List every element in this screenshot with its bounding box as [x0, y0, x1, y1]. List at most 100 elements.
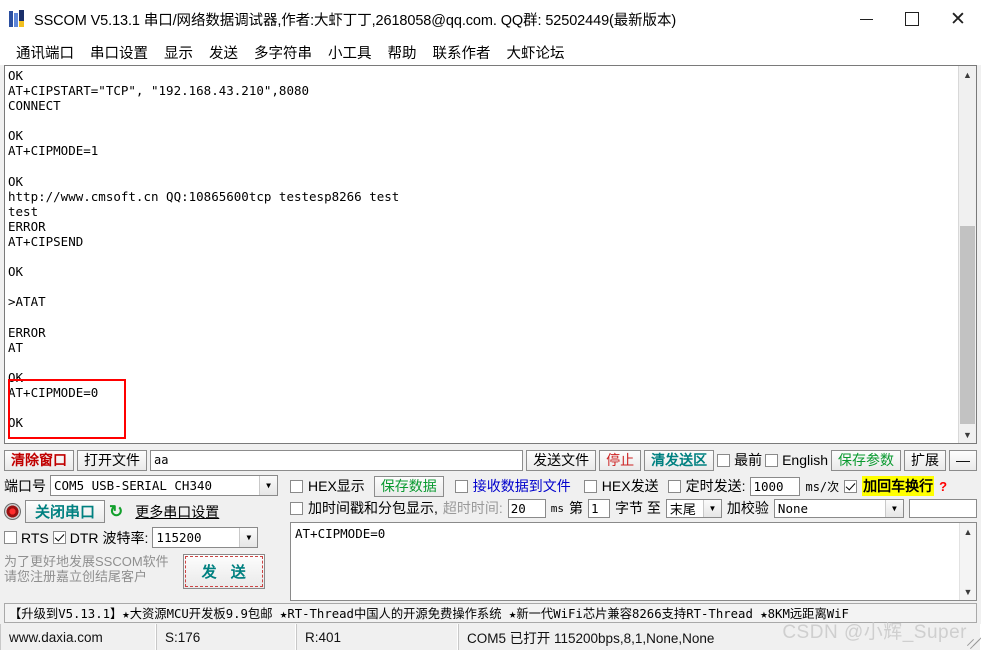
chevron-down-icon[interactable]: ▼ — [239, 528, 258, 547]
timestamp-checkbox-box[interactable] — [290, 501, 303, 515]
title-bar: SSCOM V5.13.1 串口/网络数据调试器,作者:大虾丁丁,2618058… — [0, 0, 981, 39]
chevron-down-icon[interactable]: ▼ — [702, 499, 721, 517]
sscom-window: SSCOM V5.13.1 串口/网络数据调试器,作者:大虾丁丁,2618058… — [0, 0, 981, 650]
status-sent-bytes: S:176 — [156, 624, 296, 650]
checksum-select-value: None — [777, 500, 809, 516]
menu-item-forum[interactable]: 大虾论坛 — [499, 40, 573, 65]
menu-item-multi-string[interactable]: 多字符串 — [246, 40, 320, 65]
rts-checkbox-box[interactable] — [4, 531, 17, 544]
register-note-text: 为了更好地发展SSCOM软件 请您注册嘉立创结尾客户 — [4, 554, 169, 584]
clear-window-button[interactable]: 清除窗口 — [4, 449, 74, 471]
port-control-row: 关闭串口 ↻ 更多串口设置 — [4, 500, 287, 523]
hex-display-checkbox-box[interactable] — [290, 479, 303, 493]
english-label: English — [782, 452, 828, 468]
menu-item-contact-author[interactable]: 联系作者 — [425, 40, 499, 65]
receive-scroll-thumb[interactable] — [960, 226, 975, 424]
send-interval-input[interactable]: 1000 — [750, 476, 801, 496]
settings-panel: 端口号 COM5 USB-SERIAL CH340 ▼ 关闭串口 ↻ 更多串口设… — [4, 475, 977, 601]
timestamp-label: 加时间戳和分包显示, — [308, 500, 438, 516]
topmost-checkbox-box[interactable] — [717, 453, 731, 467]
open-file-button[interactable]: 打开文件 — [77, 449, 147, 471]
window-title: SSCOM V5.13.1 串口/网络数据调试器,作者:大虾丁丁,2618058… — [34, 12, 677, 29]
dtr-label: DTR — [69, 529, 99, 546]
maximize-button[interactable] — [889, 0, 935, 38]
byte-from-label: 第 — [569, 500, 584, 516]
save-to-file-label: 接收数据到文件 — [472, 478, 571, 494]
register-note-row: 为了更好地发展SSCOM软件 请您注册嘉立创结尾客户 发 送 — [4, 554, 287, 589]
send-text-area[interactable]: AT+CIPMODE=0 — [291, 523, 959, 600]
app-logo-icon — [9, 10, 27, 28]
hex-send-label: HEX发送 — [601, 478, 659, 494]
clear-send-area-button[interactable]: 清发送区 — [644, 449, 715, 471]
checksum-select[interactable]: None ▼ — [773, 498, 904, 518]
byte-to-select-value: 末尾 — [669, 501, 696, 517]
recv-options-row-1: HEX显示 保存数据 接收数据到文件 HEX发送 定时发送: 1000 ms/次… — [290, 475, 977, 497]
port-row: 端口号 COM5 USB-SERIAL CH340 ▼ — [4, 475, 287, 496]
english-checkbox-box[interactable] — [765, 453, 779, 467]
scroll-down-icon[interactable]: ▼ — [960, 583, 976, 600]
topmost-label: 最前 — [734, 452, 763, 468]
collapse-button[interactable]: — — [949, 449, 977, 471]
chevron-down-icon[interactable]: ▼ — [884, 499, 903, 517]
minimize-button[interactable] — [843, 0, 889, 38]
port-select[interactable]: COM5 USB-SERIAL CH340 ▼ — [50, 475, 278, 496]
chevron-down-icon[interactable]: ▼ — [259, 476, 277, 495]
timed-send-checkbox-box[interactable] — [667, 479, 681, 493]
serial-config-column: 端口号 COM5 USB-SERIAL CH340 ▼ 关闭串口 ↻ 更多串口设… — [4, 475, 287, 601]
receive-text-area[interactable]: OK AT+CIPSTART="TCP", "192.168.43.210",8… — [5, 66, 958, 443]
add-crlf-checkbox-box[interactable] — [844, 479, 858, 493]
send-button[interactable]: 发 送 — [182, 554, 265, 589]
send-text-panel: AT+CIPMODE=0 ▲ ▼ — [290, 522, 977, 601]
baud-select[interactable]: 115200 ▼ — [152, 527, 259, 548]
send-file-button[interactable]: 发送文件 — [526, 449, 597, 471]
close-button[interactable]: ✕ — [935, 0, 981, 38]
save-params-button[interactable]: 保存参数 — [831, 449, 901, 471]
timeout-input[interactable]: 20 — [507, 498, 546, 518]
action-toolbar: 清除窗口 打开文件 aa 发送文件 停止 清发送区 最前 English 保存参… — [4, 447, 977, 473]
port-select-value: COM5 USB-SERIAL CH340 — [54, 478, 213, 493]
hex-display-label: HEX显示 — [308, 478, 365, 494]
close-icon: ✕ — [950, 8, 966, 30]
stop-button[interactable]: 停止 — [599, 449, 642, 471]
send-scrollbar[interactable]: ▲ ▼ — [959, 523, 976, 600]
receive-panel: OK AT+CIPSTART="TCP", "192.168.43.210",8… — [4, 65, 977, 444]
menu-item-send[interactable]: 发送 — [201, 40, 246, 65]
status-website[interactable]: www.daxia.com — [0, 624, 156, 650]
byte-from-input[interactable]: 1 — [588, 498, 611, 518]
menu-item-display[interactable]: 显示 — [156, 40, 201, 65]
save-to-file-checkbox-box[interactable] — [454, 479, 468, 493]
menu-item-comm-port[interactable]: 通讯端口 — [8, 40, 82, 65]
receive-scrollbar[interactable]: ▲ ▼ — [958, 66, 976, 443]
menu-bar: 通讯端口 串口设置 显示 发送 多字符串 小工具 帮助 联系作者 大虾论坛 — [0, 39, 981, 65]
extend-button[interactable]: 扩展 — [904, 449, 946, 471]
hex-send-checkbox-box[interactable] — [583, 479, 597, 493]
resize-grip-icon[interactable] — [965, 634, 981, 650]
window-controls: ✕ — [843, 0, 981, 38]
send-options-column: HEX显示 保存数据 接收数据到文件 HEX发送 定时发送: 1000 ms/次… — [287, 475, 977, 601]
checksum-result-input[interactable] — [908, 498, 977, 518]
scroll-down-icon[interactable]: ▼ — [959, 426, 976, 443]
flow-control-row: RTS DTR 波特率: 115200 ▼ — [4, 527, 287, 548]
more-serial-settings-link[interactable]: 更多串口设置 — [135, 502, 219, 522]
byte-to-select[interactable]: 末尾 ▼ — [665, 498, 722, 518]
menu-item-serial-settings[interactable]: 串口设置 — [82, 40, 156, 65]
menu-item-help[interactable]: 帮助 — [380, 40, 425, 65]
ad-banner[interactable]: 【升级到V5.13.1】★大资源MCU开发板9.9包邮 ★RT-Thread中国… — [4, 603, 977, 623]
port-label: 端口号 — [4, 477, 46, 494]
menu-item-tools[interactable]: 小工具 — [320, 40, 380, 65]
timeout-unit-label: ms — [550, 501, 565, 515]
help-icon[interactable]: ? — [939, 480, 947, 493]
port-status-led-icon — [4, 503, 21, 520]
status-received-bytes: R:401 — [296, 624, 458, 650]
rts-label: RTS — [21, 529, 49, 546]
file-path-input[interactable]: aa — [150, 449, 524, 471]
dtr-checkbox-box[interactable] — [52, 531, 66, 544]
topmost-checkbox[interactable]: 最前 — [717, 450, 762, 470]
english-checkbox[interactable]: English — [765, 452, 828, 468]
scroll-up-icon[interactable]: ▲ — [960, 523, 976, 540]
scroll-up-icon[interactable]: ▲ — [959, 66, 976, 83]
save-data-button[interactable]: 保存数据 — [373, 475, 444, 497]
close-port-button[interactable]: 关闭串口 — [25, 500, 106, 523]
checksum-label: 加校验 — [726, 500, 769, 516]
refresh-ports-icon[interactable]: ↻ — [109, 503, 123, 520]
